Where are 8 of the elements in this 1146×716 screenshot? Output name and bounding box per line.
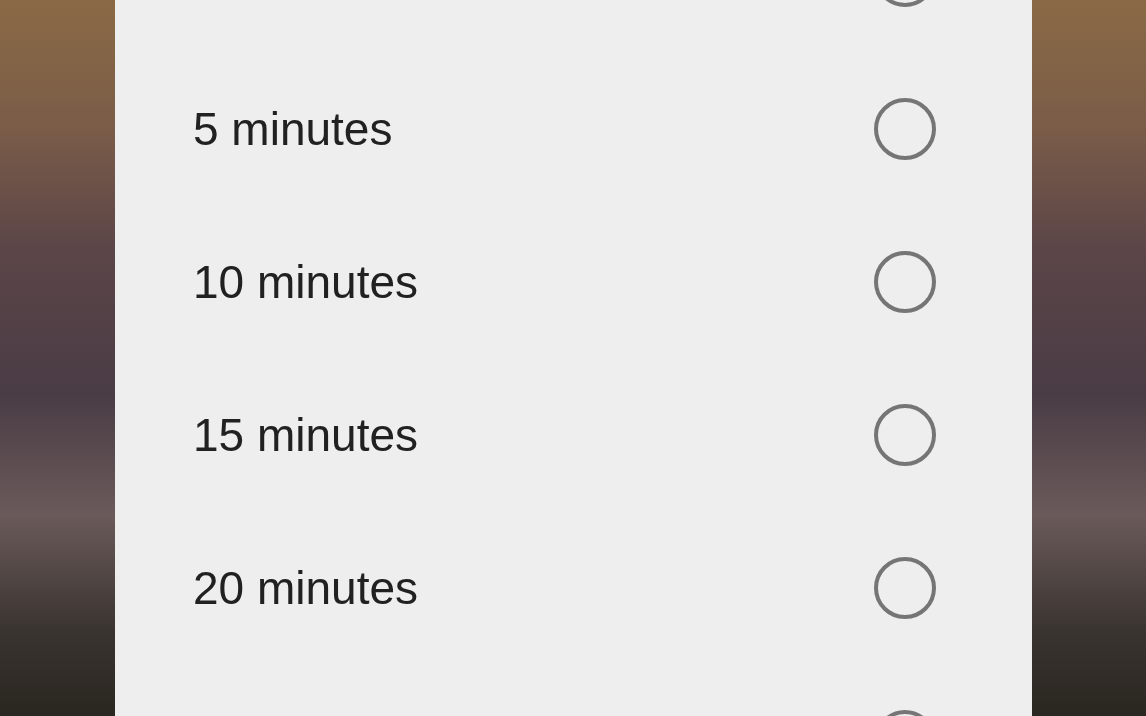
radio-button[interactable] — [874, 97, 936, 160]
radio-button[interactable] — [874, 556, 936, 619]
radio-button[interactable] — [874, 250, 936, 313]
option-label: 10 minutes — [193, 254, 418, 309]
option-label: 15 minutes — [193, 407, 418, 462]
option-label: 20 minutes — [193, 560, 418, 615]
radio-button[interactable] — [874, 403, 936, 466]
option-label: 5 minutes — [193, 101, 393, 156]
